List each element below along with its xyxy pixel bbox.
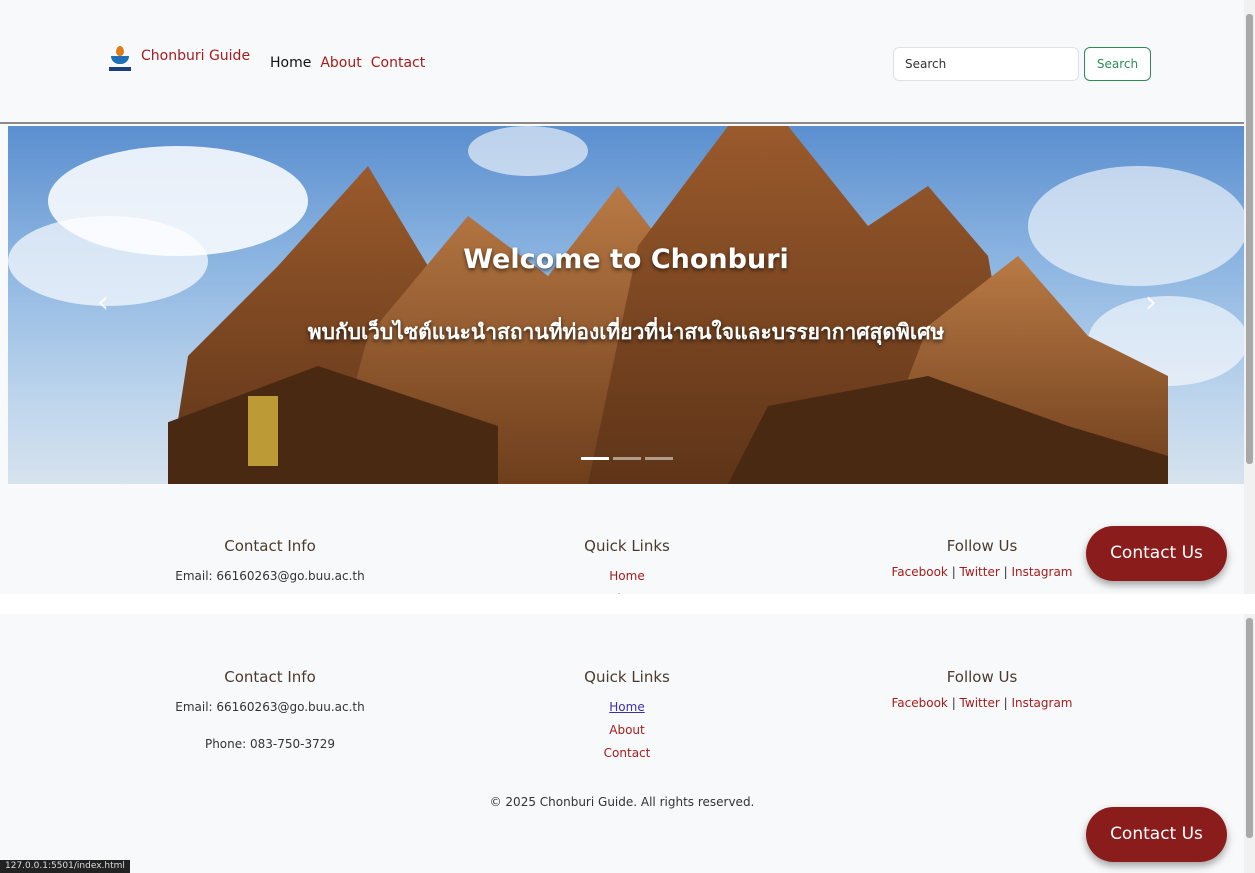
footer-quick-links: Quick Links Home About [527,537,727,594]
chevron-left-icon[interactable]: ‹ [88,288,118,318]
nav-contact[interactable]: Contact [371,55,425,71]
quick-links-heading: Quick Links [584,537,670,555]
scrollbar-thumb[interactable] [1246,14,1253,464]
social-links: Facebook | Twitter | Instagram [882,565,1082,579]
scrollbar[interactable] [1244,614,1255,873]
facebook-link[interactable]: Facebook [891,565,947,579]
brand[interactable]: Chonburi Guide [109,46,250,76]
facebook-link[interactable]: Facebook [891,696,947,710]
brand-name[interactable]: Chonburi Guide [141,46,250,66]
chonburi-logo-icon [109,46,131,76]
footer-link-home[interactable]: Home [527,565,727,588]
carousel-indicators [581,457,673,460]
footer-link-about[interactable]: About [527,719,727,742]
footer-link-contact[interactable]: Contact [527,742,727,765]
nav-about[interactable]: About [320,55,361,71]
footer-quick-links: Quick Links Home About Contact [527,668,727,765]
nav-home[interactable]: Home [270,55,311,71]
nav-links: Home About Contact [270,55,425,71]
status-bar-url: 127.0.0.1:5501/index.html [0,860,130,873]
social-links: Facebook | Twitter | Instagram [882,696,1082,710]
footer-contact: Contact Info Email: 66160263@go.buu.ac.t… [170,668,370,756]
social-separator: | [999,565,1012,579]
navbar: Chonburi Guide Home About Contact Search [0,0,1244,124]
contact-phone: Phone: 083-750-3729 [204,737,336,751]
hero-carousel: Welcome to Chonburi พบกับเว็บไซต์แนะนำสถ… [8,126,1244,484]
instagram-link[interactable]: Instagram [1011,696,1072,710]
contact-heading: Contact Info [224,668,316,686]
search-button[interactable]: Search [1084,47,1151,81]
contact-email: Email: 66160263@go.buu.ac.th [175,569,365,583]
indicator-1[interactable] [581,457,609,460]
instagram-link[interactable]: Instagram [1011,565,1072,579]
social-separator: | [947,565,960,579]
scrollbar-thumb[interactable] [1246,618,1253,838]
contact-heading: Contact Info [224,537,316,555]
sanctuary-of-truth-image [168,126,1168,484]
search-input[interactable] [893,47,1079,81]
contact-us-button[interactable]: Contact Us [1086,807,1227,862]
viewport-divider [0,594,1255,614]
top-viewport: Chonburi Guide Home About Contact Search [0,0,1244,594]
scrollbar[interactable] [1244,0,1255,594]
follow-heading: Follow Us [946,537,1018,555]
twitter-link[interactable]: Twitter [960,565,1000,579]
hero-subtitle: พบกับเว็บไซต์แนะนำสถานที่ท่องเที่ยวที่น่… [307,320,945,344]
hero-title: Welcome to Chonburi [463,244,789,275]
chevron-right-icon[interactable]: › [1136,288,1166,318]
bottom-viewport: Contact Info Email: 66160263@go.buu.ac.t… [0,614,1244,873]
quick-links-heading: Quick Links [584,668,670,686]
indicator-3[interactable] [645,457,673,460]
social-separator: | [999,696,1012,710]
footer-contact: Contact Info Email: 66160263@go.buu.ac.t… [170,537,370,588]
social-separator: | [947,696,960,710]
twitter-link[interactable]: Twitter [960,696,1000,710]
contact-us-button[interactable]: Contact Us [1086,526,1227,581]
follow-heading: Follow Us [946,668,1018,686]
footer-link-home[interactable]: Home [527,696,727,719]
copyright: © 2025 Chonburi Guide. All rights reserv… [489,795,755,809]
contact-email: Email: 66160263@go.buu.ac.th [175,700,365,714]
footer-follow: Follow Us Facebook | Twitter | Instagram [882,537,1082,579]
footer-follow: Follow Us Facebook | Twitter | Instagram [882,668,1082,710]
indicator-2[interactable] [613,457,641,460]
